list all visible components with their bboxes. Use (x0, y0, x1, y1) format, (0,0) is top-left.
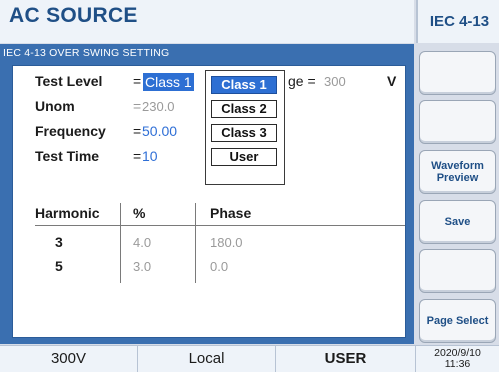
waveform-preview-button[interactable]: Waveform Preview (419, 150, 496, 194)
harmonic-cell: 5 (55, 258, 63, 274)
softkey-1[interactable] (419, 51, 496, 95)
voltage-unit: V (387, 73, 397, 89)
harmonic-cell: 3 (55, 234, 63, 250)
dropdown-option-class-3[interactable]: Class 3 (211, 124, 277, 142)
percent-header: % (133, 205, 146, 221)
softkey-5[interactable] (419, 249, 496, 293)
dropdown-option-class-2[interactable]: Class 2 (211, 100, 277, 118)
screen: AC SOURCE IEC 4-13 IEC 4-13 OVER SWING S… (0, 0, 499, 372)
dropdown-option-user[interactable]: User (211, 148, 277, 166)
test-time-eq: = (133, 148, 142, 164)
test-level-eq: = (133, 73, 142, 89)
standard-label: IEC 4-13 (416, 0, 499, 43)
harmonic-header: Harmonic (35, 205, 100, 221)
voltage-label-fragment: ge = (288, 73, 316, 89)
voltage-value[interactable]: 300 (324, 74, 346, 89)
save-button[interactable]: Save (419, 200, 496, 244)
settings-panel: IEC 4-13 OVER SWING SETTING Test Level =… (0, 44, 414, 344)
test-level-field[interactable]: Class 1 (143, 73, 194, 91)
unom-eq: = (133, 98, 142, 114)
softkey-2[interactable] (419, 100, 496, 144)
app-title: AC SOURCE (9, 4, 138, 27)
unom-label: Unom (35, 98, 75, 114)
status-mode: Local (138, 346, 276, 372)
status-datetime: 2020/9/10 11:36 (416, 346, 499, 372)
unom-value[interactable]: 230.0 (142, 99, 175, 114)
column-divider (120, 203, 121, 283)
title-bar: AC SOURCE (0, 0, 414, 43)
phase-header: Phase (210, 205, 252, 221)
dropdown-option-class-1[interactable]: Class 1 (211, 76, 277, 94)
phase-cell[interactable]: 0.0 (210, 259, 228, 274)
test-time-value[interactable]: 10 (142, 148, 158, 164)
column-divider (195, 203, 196, 283)
test-level-dropdown[interactable]: Class 1 Class 2 Class 3 User (205, 70, 285, 185)
status-bar: 300V Local USER 2020/9/10 11:36 (0, 345, 499, 372)
table-header-divider (35, 225, 405, 226)
softkey-column: Waveform Preview Save Page Select (416, 44, 499, 344)
frequency-value[interactable]: 50.00 (142, 123, 177, 139)
page-select-button[interactable]: Page Select (419, 299, 496, 343)
percent-cell[interactable]: 4.0 (133, 235, 151, 250)
test-level-label: Test Level (35, 73, 103, 89)
frequency-eq: = (133, 123, 142, 139)
frequency-label: Frequency (35, 123, 106, 139)
percent-cell[interactable]: 3.0 (133, 259, 151, 274)
test-time-label: Test Time (35, 148, 100, 164)
status-user: USER (276, 346, 416, 372)
panel-title: IEC 4-13 OVER SWING SETTING (3, 47, 170, 59)
panel-body: Test Level = Class 1 ge = 300 V Unom = 2… (12, 65, 406, 338)
phase-cell[interactable]: 180.0 (210, 235, 243, 250)
status-time: 11:36 (444, 358, 471, 370)
status-voltage: 300V (0, 346, 138, 372)
